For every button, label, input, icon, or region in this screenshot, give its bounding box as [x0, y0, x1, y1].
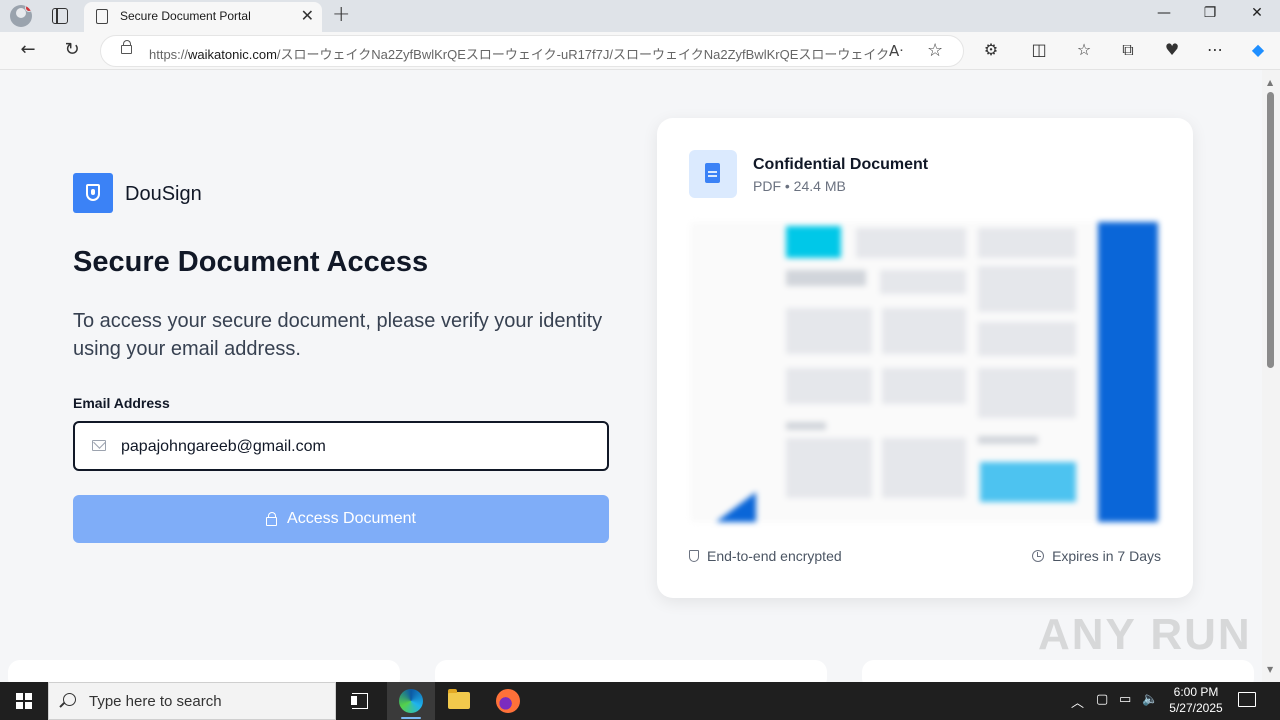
search-placeholder: Type here to search — [89, 693, 222, 710]
anyrun-watermark: ANY RUN — [1038, 610, 1252, 659]
address-bar[interactable]: https://waikatonic.com/スローウェイクNa2ZyfBwlK… — [100, 35, 964, 67]
encryption-status: End-to-end encrypted — [689, 548, 842, 564]
volume-icon[interactable]: 🔈 — [1142, 692, 1158, 707]
brand-name: DouSign — [125, 183, 202, 205]
lock-icon[interactable] — [121, 40, 132, 54]
copilot-icon[interactable]: ◆ — [1247, 40, 1269, 59]
close-window-button[interactable]: ✕ — [1234, 5, 1280, 21]
browser-toolbar: ← ↻ https://waikatonic.com/スローウェイクNa2Zyf… — [0, 32, 1280, 70]
meet-now-icon[interactable]: ▢ — [1096, 692, 1108, 707]
notification-dot — [25, 5, 32, 12]
url-path: /スローウェイクNa2ZyfBwlKrQEスローウェイク-uR17f7J/スロー… — [276, 47, 889, 62]
footer-card — [435, 660, 827, 682]
document-favicon-icon — [96, 9, 108, 24]
page-title: Secure Document Access — [73, 246, 429, 278]
document-icon — [689, 150, 737, 198]
document-title: Confidential Document — [753, 156, 929, 173]
tab-title: Secure Document Portal — [120, 9, 251, 23]
favorites-icon[interactable]: ☆ — [1073, 40, 1095, 59]
blurred-document-preview — [690, 222, 1161, 522]
edge-icon — [399, 689, 423, 713]
more-options-icon[interactable]: ⋯ — [1204, 40, 1226, 59]
browser-essentials-icon[interactable]: ♥ — [1161, 40, 1183, 59]
collections-icon[interactable]: ⧉ — [1117, 40, 1139, 60]
document-card: Confidential Document PDF • 24.4 MB End-… — [657, 118, 1193, 598]
file-explorer-button[interactable] — [435, 682, 483, 720]
encryption-label: End-to-end encrypted — [707, 548, 842, 564]
access-button-label: Access Document — [287, 510, 416, 527]
task-view-icon — [351, 693, 368, 709]
url-text[interactable]: https://waikatonic.com/スローウェイクNa2ZyfBwlK… — [149, 44, 889, 63]
lock-icon — [266, 511, 278, 526]
scroll-down-arrow-icon[interactable]: ▼ — [1267, 665, 1273, 674]
shield-check-icon — [689, 550, 699, 562]
extensions-icon[interactable]: ⚙ — [980, 40, 1002, 59]
email-input[interactable] — [121, 435, 591, 459]
expiry-label: Expires in 7 Days — [1052, 548, 1161, 564]
network-icon[interactable]: ▭ — [1119, 692, 1131, 707]
edge-taskbar-button[interactable] — [387, 682, 435, 720]
scroll-thumb[interactable] — [1267, 92, 1274, 368]
browser-tab-active[interactable]: Secure Document Portal ✕ — [84, 2, 322, 32]
minimize-button[interactable]: — — [1141, 5, 1187, 21]
email-label: Email Address — [73, 395, 170, 411]
footer-card — [862, 660, 1254, 682]
brand-logo-icon — [73, 173, 113, 213]
mail-icon — [92, 440, 106, 451]
url-prefix: https:// — [149, 47, 189, 62]
split-screen-icon[interactable]: ◫ — [1028, 40, 1050, 59]
notification-center-icon[interactable] — [1238, 692, 1256, 707]
document-meta: PDF • 24.4 MB — [753, 178, 846, 194]
taskbar-search[interactable]: Type here to search — [48, 682, 336, 720]
back-arrow-icon[interactable]: ← — [16, 39, 40, 61]
folder-icon — [448, 689, 470, 709]
clock-date: 5/27/2025 — [1169, 701, 1223, 715]
favorite-star-icon[interactable]: ☆ — [927, 40, 943, 61]
tab-actions-icon[interactable] — [52, 8, 68, 24]
profile-avatar-icon[interactable] — [10, 5, 32, 27]
page-description: To access your secure document, please v… — [73, 310, 603, 360]
page-viewport: DouSign Secure Document Access To access… — [0, 70, 1262, 682]
shield-icon — [86, 184, 100, 201]
restore-button[interactable]: ❐ — [1187, 5, 1233, 21]
close-tab-icon[interactable]: ✕ — [301, 7, 314, 25]
url-domain: waikatonic.com — [188, 47, 277, 62]
firefox-button[interactable] — [484, 682, 532, 720]
footer-card — [8, 660, 400, 682]
expiry-status: Expires in 7 Days — [1032, 548, 1161, 564]
search-icon — [63, 693, 76, 706]
new-tab-button[interactable]: + — [332, 3, 350, 27]
clock-time: 6:00 PM — [1173, 685, 1219, 699]
scroll-up-arrow-icon[interactable]: ▲ — [1267, 78, 1273, 87]
system-clock[interactable]: 6:00 PM 5/27/2025 — [1162, 684, 1230, 716]
email-field-wrapper[interactable] — [73, 421, 609, 471]
page-scrollbar[interactable]: ▲ ▼ — [1262, 70, 1280, 682]
refresh-icon[interactable]: ↻ — [60, 39, 84, 61]
browser-tab-bar: Secure Document Portal ✕ + — ❐ ✕ — [0, 0, 1280, 32]
start-button[interactable] — [0, 682, 48, 720]
windows-taskbar: Type here to search ︿ ▢ ▭ 🔈 6:00 PM 5/27… — [0, 682, 1280, 720]
firefox-icon — [496, 689, 520, 713]
clock-icon — [1032, 550, 1045, 562]
access-document-button[interactable]: Access Document — [73, 495, 609, 543]
task-view-button[interactable] — [336, 682, 384, 720]
windows-logo-icon — [16, 693, 32, 709]
show-hidden-icons-chevron-icon[interactable]: ︿ — [1071, 692, 1084, 711]
read-aloud-icon[interactable]: Aᐧ — [889, 42, 903, 60]
